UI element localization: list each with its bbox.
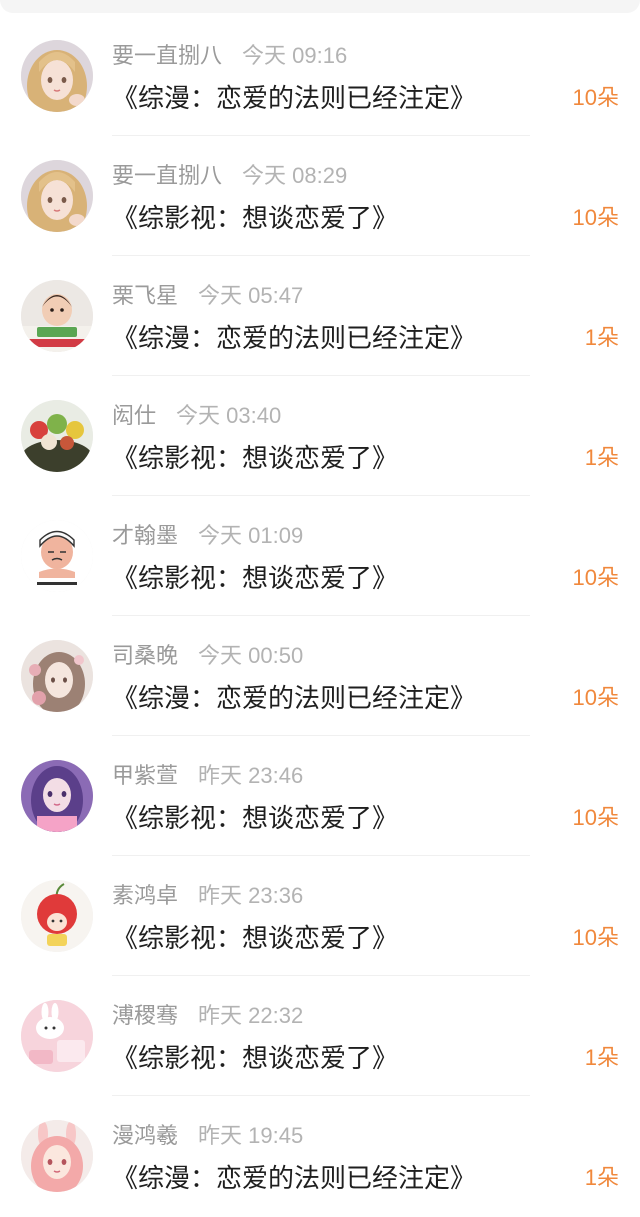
flower-count: 10朵 [572,205,619,230]
avatar-picture [21,880,93,952]
gift-record-row[interactable]: 司桑晚 今天 00:50 《综漫：恋爱的法则已经注定》 10朵 [0,616,640,736]
avatar-picture [21,1120,93,1192]
record-time: 今天 09:16 [242,43,348,68]
avatar-picture [21,400,93,472]
flower-count: 10朵 [572,685,619,710]
book-title: 《综漫：恋爱的法则已经注定》 [112,1163,477,1193]
avatar-purple-hair-girl[interactable] [21,760,93,832]
avatar-pink-bunny[interactable] [21,1000,93,1072]
username: 漫鸿羲 [112,1123,179,1148]
record-meta: 甲紫萱 昨天 23:46 [112,761,303,791]
avatar-blonde-anime-girl[interactable] [21,40,93,112]
avatar-picture [21,760,93,832]
flower-count: 10朵 [572,805,619,830]
avatar-food-bowl[interactable] [21,400,93,472]
avatar-baby-photo[interactable] [21,280,93,352]
book-title: 《综影视：想谈恋爱了》 [112,443,399,473]
username: 栗飞星 [112,283,179,308]
avatar-picture [21,1000,93,1072]
gift-record-row[interactable]: 要一直捌八 今天 08:29 《综影视：想谈恋爱了》 10朵 [0,136,640,256]
avatar-picture [21,280,93,352]
username: 闳仕 [112,403,157,428]
record-meta: 溥稷骞 昨天 22:32 [112,1001,303,1031]
record-time: 昨天 19:45 [198,1123,304,1148]
username: 要一直捌八 [112,163,223,188]
gift-record-row[interactable]: 漫鸿羲 昨天 19:45 《综漫：恋爱的法则已经注定》 1朵 [0,1096,640,1216]
record-meta: 漫鸿羲 昨天 19:45 [112,1121,303,1151]
header-card-bottom-edge [0,0,640,13]
book-title: 《综影视：想谈恋爱了》 [112,1043,399,1073]
record-time: 今天 01:09 [198,523,304,548]
record-meta: 才翰墨 今天 01:09 [112,521,303,551]
avatar-picture [21,640,93,712]
gift-record-row[interactable]: 要一直捌八 今天 09:16 《综漫：恋爱的法则已经注定》 10朵 [0,16,640,136]
record-meta: 司桑晚 今天 00:50 [112,641,303,671]
username: 司桑晚 [112,643,179,668]
flower-count: 1朵 [584,1045,619,1070]
avatar-picture [21,40,93,112]
book-title: 《综漫：恋爱的法则已经注定》 [112,323,477,353]
flower-count: 1朵 [584,445,619,470]
flower-count: 10朵 [572,85,619,110]
avatar-blonde-anime-girl[interactable] [21,160,93,232]
gift-record-row[interactable]: 才翰墨 今天 01:09 《综影视：想谈恋爱了》 10朵 [0,496,640,616]
gift-record-row[interactable]: 溥稷骞 昨天 22:32 《综影视：想谈恋爱了》 1朵 [0,976,640,1096]
flower-count: 1朵 [584,1165,619,1190]
avatar-cherry-cartoon[interactable] [21,880,93,952]
record-time: 今天 05:47 [198,283,304,308]
record-time: 昨天 22:32 [198,1003,304,1028]
record-meta: 栗飞星 今天 05:47 [112,281,303,311]
record-meta: 素鸿卓 昨天 23:36 [112,881,303,911]
gift-record-row[interactable]: 栗飞星 今天 05:47 《综漫：恋爱的法则已经注定》 1朵 [0,256,640,376]
avatar-cartoon-meme[interactable] [21,520,93,592]
gift-record-row[interactable]: 甲紫萱 昨天 23:46 《综影视：想谈恋爱了》 10朵 [0,736,640,856]
book-title: 《综影视：想谈恋爱了》 [112,923,399,953]
username: 甲紫萱 [112,763,179,788]
flower-count: 10朵 [572,565,619,590]
gift-record-row[interactable]: 素鸿卓 昨天 23:36 《综影视：想谈恋爱了》 10朵 [0,856,640,976]
username: 才翰墨 [112,523,179,548]
book-title: 《综影视：想谈恋爱了》 [112,563,399,593]
username: 溥稷骞 [112,1003,179,1028]
book-title: 《综漫：恋爱的法则已经注定》 [112,83,477,113]
flower-count: 10朵 [572,925,619,950]
record-meta: 要一直捌八 今天 08:29 [112,161,347,191]
record-time: 昨天 23:36 [198,883,304,908]
avatar-picture [21,160,93,232]
record-time: 今天 08:29 [242,163,348,188]
gift-record-list: 要一直捌八 今天 09:16 《综漫：恋爱的法则已经注定》 10朵 要一直捌八 今天… [0,16,640,1216]
record-time: 今天 03:40 [176,403,282,428]
avatar-anime-girl-flowers[interactable] [21,640,93,712]
record-time: 昨天 23:46 [198,763,304,788]
avatar-pink-bunny-ear-girl[interactable] [21,1120,93,1192]
username: 要一直捌八 [112,43,223,68]
book-title: 《综影视：想谈恋爱了》 [112,203,399,233]
book-title: 《综漫：恋爱的法则已经注定》 [112,683,477,713]
record-meta: 要一直捌八 今天 09:16 [112,41,347,71]
record-meta: 闳仕 今天 03:40 [112,401,281,431]
book-title: 《综影视：想谈恋爱了》 [112,803,399,833]
record-time: 今天 00:50 [198,643,304,668]
avatar-picture [21,520,93,592]
flower-count: 1朵 [584,325,619,350]
gift-record-row[interactable]: 闳仕 今天 03:40 《综影视：想谈恋爱了》 1朵 [0,376,640,496]
username: 素鸿卓 [112,883,179,908]
